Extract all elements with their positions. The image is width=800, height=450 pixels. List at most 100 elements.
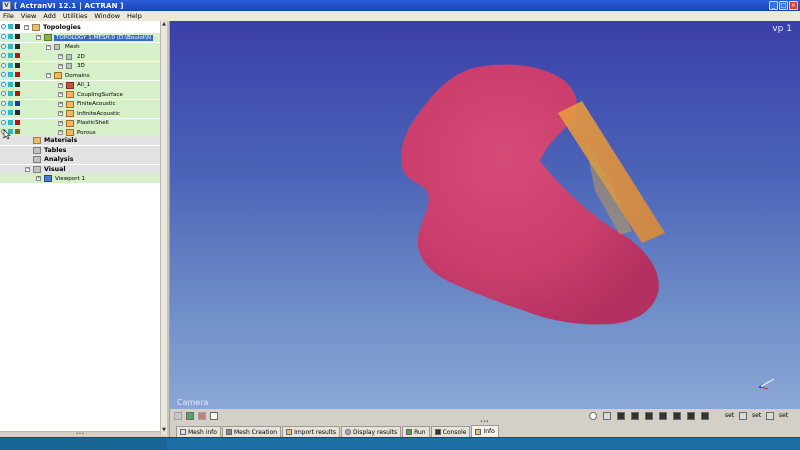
cube-view-icon[interactable]	[659, 412, 667, 420]
tree-row-mesh[interactable]: − Mesh	[0, 42, 160, 52]
zoom-icon[interactable]	[589, 412, 597, 420]
cube-view-icon[interactable]	[687, 412, 695, 420]
color-swatch-icon[interactable]	[15, 100, 20, 106]
menu-help[interactable]: Help	[127, 12, 142, 20]
cube-view-icon[interactable]	[701, 412, 709, 420]
color-swatch-icon[interactable]	[15, 81, 20, 87]
collapse-icon[interactable]: −	[24, 25, 29, 31]
expand-icon[interactable]: +	[58, 63, 63, 69]
color-swatch-icon[interactable]	[15, 72, 20, 78]
tree-row-analysis[interactable]: Analysis	[0, 155, 160, 165]
expand-icon[interactable]: +	[58, 101, 63, 107]
tree-row-domain[interactable]: + CouplingSurface	[0, 90, 160, 100]
expand-icon[interactable]: +	[58, 92, 63, 98]
color-swatch-icon[interactable]	[15, 34, 20, 40]
maximize-icon[interactable]: □	[779, 1, 788, 10]
tree-row-mesh-2d[interactable]: + 2D	[0, 52, 160, 62]
collapse-icon[interactable]: −	[25, 166, 30, 172]
visibility-toggles[interactable]	[1, 119, 21, 127]
set-button[interactable]: set	[779, 412, 788, 419]
menu-view[interactable]: View	[21, 12, 36, 20]
visibility-toggles[interactable]	[1, 24, 21, 31]
color-swatch-icon[interactable]	[8, 24, 13, 30]
menu-file[interactable]: File	[3, 12, 14, 20]
tree-row-visual[interactable]: − Visual	[0, 164, 160, 174]
tree-row-domain[interactable]: + PlasticShell	[0, 118, 160, 128]
tab-console[interactable]: Console	[430, 426, 471, 437]
model-tree[interactable]: − Topologies − TOPOLOGY 1:MESH.0 (D:\Bou…	[0, 21, 160, 431]
color-swatch-icon[interactable]	[15, 43, 20, 49]
tab-mesh-info[interactable]: Mesh info	[176, 426, 221, 437]
color-swatch-icon[interactable]	[15, 110, 20, 116]
eye-icon[interactable]	[1, 72, 6, 78]
menu-utilities[interactable]: Utilities	[63, 12, 87, 20]
tree-row-domains[interactable]: − Domains	[0, 71, 160, 81]
set-button[interactable]: set	[752, 412, 761, 419]
cube-view-icon[interactable]	[673, 412, 681, 420]
color-swatch-icon[interactable]	[8, 119, 13, 125]
tree-row-mesh-3d[interactable]: + 3D	[0, 61, 160, 71]
color-swatch-icon[interactable]	[8, 34, 13, 40]
color-swatch-icon[interactable]	[8, 62, 13, 68]
eye-icon[interactable]	[1, 81, 6, 87]
tree-row-tables[interactable]: Tables	[0, 145, 160, 155]
mesh-view-icon[interactable]	[186, 412, 194, 420]
color-swatch-icon[interactable]	[8, 53, 13, 59]
color-swatch-icon[interactable]	[8, 43, 13, 49]
tree-row-viewport-1[interactable]: + Viewport 1	[0, 174, 160, 184]
expand-icon[interactable]: +	[58, 54, 63, 60]
tab-import-results[interactable]: Import results	[282, 426, 340, 437]
color-swatch-icon[interactable]	[8, 100, 13, 106]
cube-view-icon[interactable]	[617, 412, 625, 420]
3d-viewport[interactable]: vp 1 Camera	[170, 21, 800, 409]
color-view-icon[interactable]	[198, 412, 206, 420]
expand-icon[interactable]: +	[36, 176, 41, 182]
tab-display-results[interactable]: Display results	[340, 426, 402, 437]
eye-icon[interactable]	[1, 119, 6, 125]
color-swatch-icon[interactable]	[8, 110, 13, 116]
eye-icon[interactable]	[1, 53, 6, 59]
collapse-icon[interactable]: −	[46, 73, 51, 79]
visibility-toggles[interactable]	[1, 53, 21, 60]
tree-row-topology-1[interactable]: − TOPOLOGY 1:MESH.0 (D:\Boulot\N	[0, 33, 160, 43]
color-swatch-icon[interactable]	[15, 129, 20, 135]
eye-icon[interactable]	[1, 43, 6, 49]
tree-row-domain[interactable]: + InfiniteAcoustic	[0, 109, 160, 119]
color-swatch-icon[interactable]	[8, 81, 13, 87]
visibility-toggles[interactable]	[1, 81, 21, 89]
visibility-toggles[interactable]	[1, 34, 21, 41]
expand-icon[interactable]: +	[58, 130, 63, 136]
tab-run[interactable]: Run	[402, 426, 430, 437]
visibility-toggles[interactable]	[1, 110, 21, 117]
eye-icon[interactable]	[1, 91, 6, 97]
tree-row-domain[interactable]: + All_1	[0, 80, 160, 90]
select-icon[interactable]	[174, 412, 182, 420]
set-view-icon[interactable]	[739, 412, 747, 420]
expand-icon[interactable]: +	[58, 82, 63, 88]
visibility-toggles[interactable]	[1, 43, 21, 51]
eye-icon[interactable]	[1, 34, 6, 40]
tree-row-topologies[interactable]: − Topologies	[0, 23, 160, 32]
visibility-toggles[interactable]	[1, 62, 21, 70]
tree-row-domain[interactable]: + FiniteAcoustic	[0, 99, 160, 109]
visibility-toggles[interactable]	[1, 72, 21, 79]
blank-view-icon[interactable]	[210, 412, 218, 420]
eye-icon[interactable]	[1, 100, 6, 106]
expand-icon[interactable]: +	[58, 111, 63, 117]
color-swatch-icon[interactable]	[8, 72, 13, 78]
set-button[interactable]: set	[725, 412, 734, 419]
color-swatch-icon[interactable]	[8, 91, 13, 97]
eye-icon[interactable]	[1, 110, 6, 116]
eye-icon[interactable]	[1, 24, 6, 30]
tree-row-materials[interactable]: Materials	[0, 136, 160, 146]
visibility-toggles[interactable]	[1, 91, 21, 98]
minimize-icon[interactable]: _	[769, 1, 778, 10]
cube-view-icon[interactable]	[645, 412, 653, 420]
tab-mesh-creation[interactable]: Mesh Creation	[221, 426, 282, 437]
eye-icon[interactable]	[1, 62, 6, 68]
menu-window[interactable]: Window	[94, 12, 120, 20]
tab-info[interactable]: Info	[471, 425, 499, 437]
visibility-toggles[interactable]	[1, 100, 21, 108]
color-swatch-icon[interactable]	[15, 62, 20, 68]
color-swatch-icon[interactable]	[15, 53, 20, 59]
